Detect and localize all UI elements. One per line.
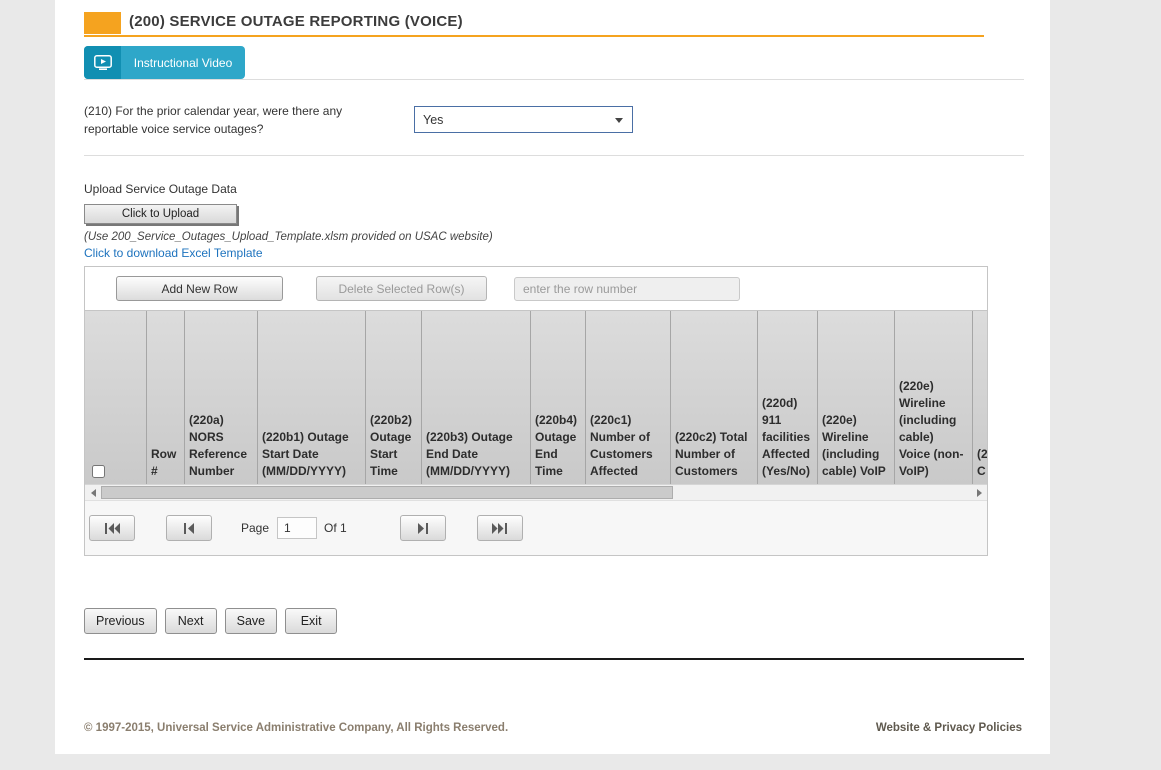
click-to-upload-button[interactable]: Click to Upload	[84, 204, 237, 224]
upload-section-label: Upload Service Outage Data	[84, 182, 1024, 196]
scroll-left-icon	[91, 489, 96, 497]
of-label: Of 1	[324, 521, 347, 535]
prev-page-icon	[184, 523, 195, 534]
select-value: Yes	[423, 113, 443, 127]
download-template-link[interactable]: Click to download Excel Template	[84, 246, 263, 260]
chevron-down-icon	[615, 118, 623, 123]
copyright-text: © 1997-2015, Universal Service Administr…	[84, 722, 508, 734]
horizontal-scrollbar[interactable]	[85, 484, 987, 500]
footer-divider	[84, 658, 1024, 660]
add-new-row-button[interactable]: Add New Row	[116, 276, 283, 301]
next-page-icon	[417, 523, 428, 534]
prev-page-button[interactable]	[166, 515, 212, 541]
column-header-wireline-voip: (220e) Wireline (including cable) VoIP	[818, 311, 895, 484]
select-all-checkbox[interactable]	[92, 465, 105, 478]
instructional-video-button[interactable]: Instructional Video	[84, 46, 245, 79]
instructional-video-label: Instructional Video	[121, 46, 245, 79]
page: (200) SERVICE OUTAGE REPORTING (VOICE) I…	[55, 0, 1050, 754]
pager: Page Of 1	[85, 500, 987, 555]
video-icon	[84, 46, 121, 79]
scrollbar-thumb[interactable]	[101, 486, 673, 499]
scroll-right-icon	[977, 489, 982, 497]
row-number-input[interactable]	[514, 277, 740, 301]
exit-button[interactable]: Exit	[285, 608, 337, 634]
next-page-button[interactable]	[400, 515, 446, 541]
question-row: (210) For the prior calendar year, were …	[84, 102, 1024, 156]
column-header-nors-reference: (220a) NORS Reference Number	[185, 311, 258, 484]
page-label: Page	[241, 521, 269, 535]
footer: © 1997-2015, Universal Service Administr…	[84, 722, 1022, 734]
grid-header: Row # (220a) NORS Reference Number (220b…	[85, 310, 987, 484]
privacy-policies-link[interactable]: Website & Privacy Policies	[876, 722, 1022, 734]
grid-toolbar: Add New Row Delete Selected Row(s)	[85, 267, 987, 310]
column-header-outage-start-time: (220b2) Outage Start Time	[366, 311, 422, 484]
column-header-wireline-voice-nonvoip: (220e) Wireline (including cable) Voice …	[895, 311, 973, 484]
last-page-icon	[492, 523, 507, 534]
column-header-outage-end-time: (220b4) Outage End Time	[531, 311, 586, 484]
page-title: (200) SERVICE OUTAGE REPORTING (VOICE)	[129, 10, 463, 35]
page-header: (200) SERVICE OUTAGE REPORTING (VOICE)	[84, 10, 984, 37]
first-page-icon	[105, 523, 120, 534]
page-input[interactable]	[277, 517, 317, 539]
column-header-outage-start-date: (220b1) Outage Start Date (MM/DD/YYYY)	[258, 311, 366, 484]
column-header-checkbox	[85, 311, 147, 484]
outage-grid: Add New Row Delete Selected Row(s) Row #…	[84, 266, 988, 556]
column-header-customers-affected: (220c1) Number of Customers Affected	[586, 311, 671, 484]
delete-selected-rows-button[interactable]: Delete Selected Row(s)	[316, 276, 487, 301]
video-row: Instructional Video	[84, 46, 1024, 80]
outage-question-select[interactable]: Yes	[414, 106, 633, 133]
column-header-clipped: (2 C	[973, 311, 987, 484]
previous-button[interactable]: Previous	[84, 608, 157, 634]
scrollbar-right-arrow[interactable]	[971, 485, 987, 500]
column-header-911-facilities: (220d) 911 facilities Affected (Yes/No)	[758, 311, 818, 484]
orange-accent-block	[84, 12, 121, 34]
content: (200) SERVICE OUTAGE REPORTING (VOICE) I…	[55, 0, 1050, 734]
scrollbar-left-arrow[interactable]	[85, 485, 101, 500]
column-header-total-customers: (220c2) Total Number of Customers	[671, 311, 758, 484]
question-210-label: (210) For the prior calendar year, were …	[84, 102, 372, 138]
last-page-button[interactable]	[477, 515, 523, 541]
save-button[interactable]: Save	[225, 608, 278, 634]
first-page-button[interactable]	[89, 515, 135, 541]
column-header-row-number: Row #	[147, 311, 185, 484]
next-button[interactable]: Next	[165, 608, 217, 634]
template-note: (Use 200_Service_Outages_Upload_Template…	[84, 231, 1024, 243]
nav-buttons: Previous Next Save Exit	[84, 608, 1024, 634]
column-header-outage-end-date: (220b3) Outage End Date (MM/DD/YYYY)	[422, 311, 531, 484]
